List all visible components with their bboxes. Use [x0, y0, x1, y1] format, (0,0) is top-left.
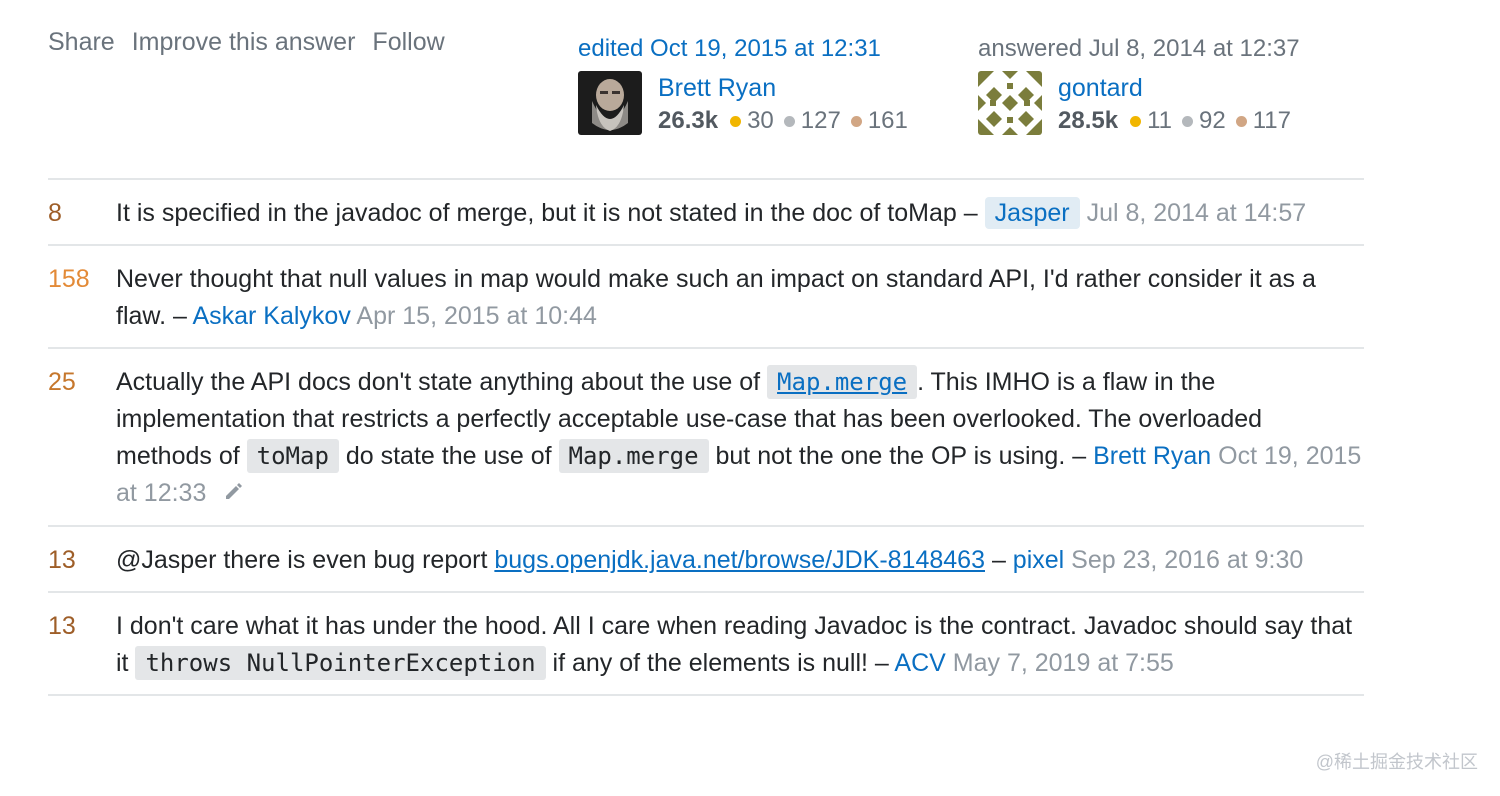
bronze-badges: 161	[850, 107, 908, 135]
comment-score: 25	[48, 368, 76, 396]
silver-badges: 127	[783, 107, 841, 135]
bronze-badge-icon	[850, 115, 862, 127]
gold-badges: 30	[730, 107, 774, 135]
comment-author-link[interactable]: Jasper	[984, 197, 1080, 229]
post-menu: Share Improve this answer Follow	[48, 28, 445, 57]
silver-badges: 92	[1181, 107, 1226, 135]
comment-body: @Jasper there is even bug report bugs.op…	[116, 542, 1364, 579]
comment-author-link[interactable]: Brett Ryan	[1093, 442, 1211, 470]
edited-timestamp-link[interactable]: edited Oct 19, 2015 at 12:31	[578, 34, 918, 64]
reputation-score: 26.3k	[658, 107, 719, 134]
comment-text: @Jasper there is even bug report	[116, 545, 488, 574]
inline-code: Map.merge	[558, 439, 709, 473]
comment-body: It is specified in the javadoc of merge,…	[116, 195, 1364, 232]
comment-score: 158	[48, 265, 90, 293]
improve-answer-link[interactable]: Improve this answer	[132, 28, 356, 57]
comment-text: but not the one the OP is using. –	[715, 442, 1087, 470]
follow-button[interactable]: Follow	[372, 28, 444, 57]
comment-author-link[interactable]: Askar Kalykov	[192, 302, 350, 330]
reputation-score: 28.5k	[1058, 107, 1119, 134]
comment-body: I don't care what it has under the hood.…	[116, 608, 1364, 682]
comment-text: if any of the elements is null! –	[552, 648, 889, 677]
edited-pencil-icon[interactable]	[223, 476, 245, 513]
comment: 25 Actually the API docs don't state any…	[48, 349, 1364, 527]
inline-code: toMap	[246, 439, 339, 473]
bug-report-link[interactable]: bugs.openjdk.java.net/browse/JDK-8148463	[494, 546, 985, 574]
editor-stats: 26.3k 30 127 161	[658, 107, 918, 135]
comment: 8 It is specified in the javadoc of merg…	[48, 180, 1364, 246]
owner-name-link[interactable]: gontard	[1058, 73, 1301, 103]
gold-badges: 11	[1130, 107, 1172, 135]
bronze-badges: 117	[1235, 107, 1291, 135]
comment-author-link[interactable]: ACV	[894, 649, 945, 677]
comment-body: Actually the API docs don't state anythi…	[116, 364, 1364, 513]
watermark: @稀土掘金技术社区	[1315, 752, 1478, 772]
silver-badge-icon	[783, 115, 795, 127]
silver-badge-icon	[1181, 115, 1193, 127]
inline-code-link[interactable]: Map.merge	[767, 365, 918, 399]
comment-score: 13	[48, 611, 76, 640]
comment-author-link[interactable]: pixel	[1013, 546, 1064, 574]
comment: 158 Never thought that null values in ma…	[48, 246, 1364, 349]
answered-timestamp: answered Jul 8, 2014 at 12:37	[978, 35, 1300, 62]
comment-body: Never thought that null values in map wo…	[116, 261, 1364, 335]
comments-list: 8 It is specified in the javadoc of merg…	[48, 178, 1364, 696]
comment-date[interactable]: Apr 15, 2015 at 10:44	[356, 302, 596, 330]
gold-badge-icon	[730, 115, 742, 127]
comment: 13 I don't care what it has under the ho…	[48, 593, 1364, 696]
gold-badge-icon	[1130, 115, 1142, 127]
comment-text: do state the use of	[345, 442, 552, 470]
editor-avatar[interactable]	[578, 71, 642, 135]
comment-date[interactable]: May 7, 2019 at 7:55	[953, 649, 1174, 677]
editor-name-link[interactable]: Brett Ryan	[658, 73, 918, 103]
owner-identicon-avatar[interactable]	[978, 71, 1042, 135]
comment-text: Actually the API docs don't state anythi…	[116, 368, 761, 396]
share-link[interactable]: Share	[48, 28, 115, 57]
comment: 13 @Jasper there is even bug report bugs…	[48, 527, 1364, 593]
editor-user-card: edited Oct 19, 2015 at 12:31 Brett Ryan …	[578, 34, 918, 135]
comment-date[interactable]: Sep 23, 2016 at 9:30	[1071, 546, 1303, 574]
comment-date[interactable]: Jul 8, 2014 at 14:57	[1087, 199, 1307, 227]
owner-stats: 28.5k 11 92 117	[1058, 107, 1301, 135]
bronze-badge-icon	[1235, 115, 1247, 127]
comment-score: 13	[48, 545, 76, 574]
owner-user-card: answered Jul 8, 2014 at 12:37 gontard 28…	[978, 34, 1301, 135]
comment-text: –	[991, 545, 1006, 574]
comment-score: 8	[48, 199, 62, 227]
inline-code: throws NullPointerException	[135, 645, 546, 680]
comment-text: It is specified in the javadoc of merge,…	[116, 199, 978, 227]
